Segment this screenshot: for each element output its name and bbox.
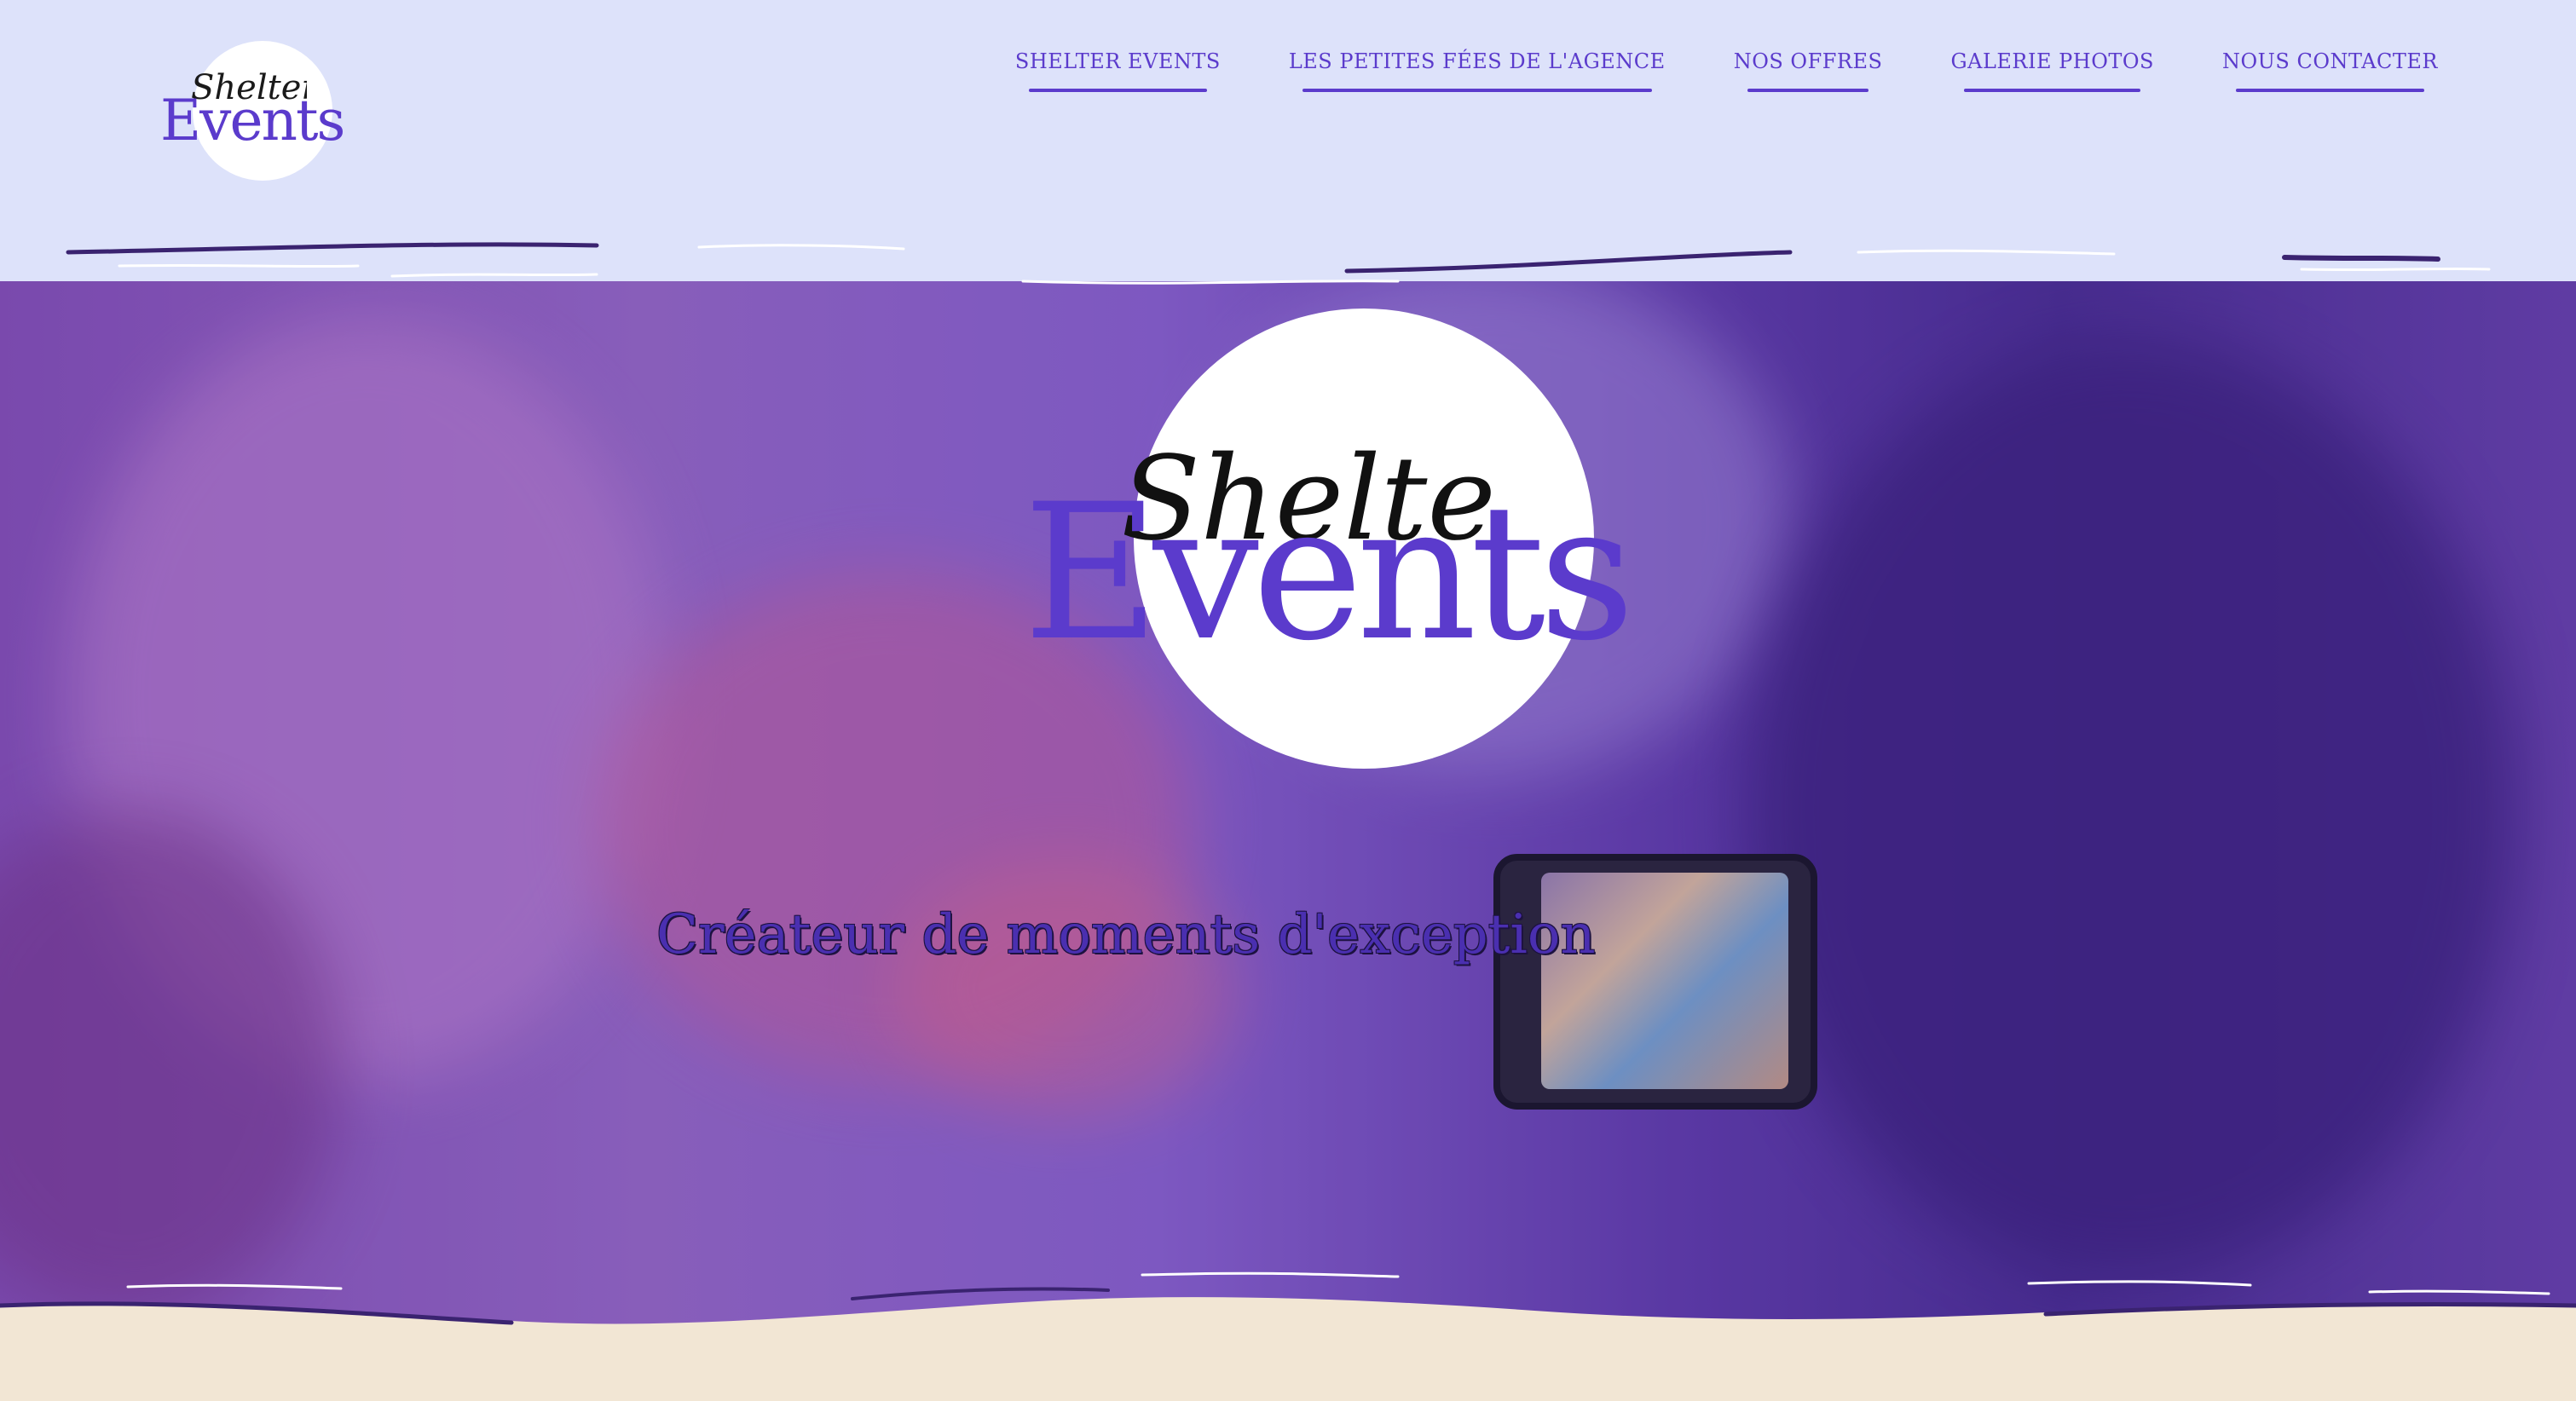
nav-item-petites-fees[interactable]: LES PETITES FÉES DE L'AGENCE bbox=[1289, 49, 1666, 92]
hero-logo-main-word: Events bbox=[1023, 464, 1635, 682]
top-wave-divider bbox=[0, 205, 2576, 285]
logo-main-word: Events bbox=[160, 88, 345, 153]
header-logo[interactable]: Shelter Events bbox=[155, 39, 345, 184]
main-nav: SHELTER EVENTS LES PETITES FÉES DE L'AGE… bbox=[1015, 49, 2438, 92]
nav-item-nous-contacter[interactable]: NOUS CONTACTER bbox=[2222, 49, 2438, 92]
bottom-wave-divider bbox=[0, 1271, 2576, 1401]
page: Shelter Events SHELTER EVENTS LES PETITE… bbox=[0, 0, 2576, 1401]
hero-tagline: Créateur de moments d'exception bbox=[656, 903, 1596, 966]
nav-item-galerie-photos[interactable]: GALERIE PHOTOS bbox=[1950, 49, 2154, 92]
phone-image bbox=[1493, 854, 1817, 1110]
nav-item-nos-offres[interactable]: NOS OFFRES bbox=[1734, 49, 1883, 92]
nav-item-shelter-events[interactable]: SHELTER EVENTS bbox=[1015, 49, 1221, 92]
hero-logo: Shelter Events bbox=[1023, 308, 1635, 786]
